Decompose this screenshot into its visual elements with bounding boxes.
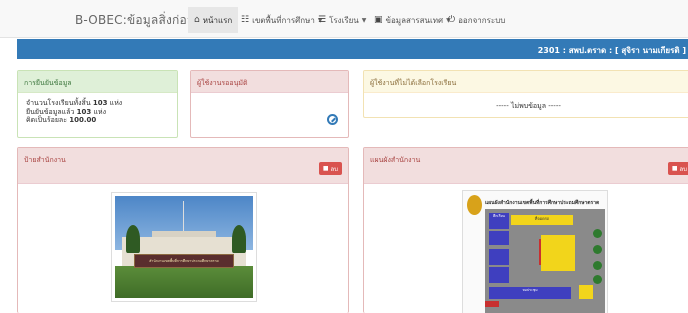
nav-home-label: หน้าแรก [202,15,233,25]
no-school-users-panel: ผู้ใช้งานที่ไม่ได้เลือกโรงเรียน ----- ไม… [363,70,688,118]
no-school-users-title: ผู้ใช้งานที่ไม่ได้เลือกโรงเรียน [364,71,688,93]
office-sign-panel: ป้ายสำนักงาน ■ ลบ สำนักงานเขตพื้นที่การศ… [17,147,349,313]
map-yellow-block [541,235,575,271]
map-yellow-block [579,285,593,299]
total-schools: จำนวนโรงเรียนทั้งสิ้น 103 แห่ง [26,99,123,107]
trash-icon: ■ [671,165,678,172]
seal-logo [467,195,482,215]
user-info: 2301 : สพป.ตราด : [ สุจิรา นามเกียรติ ] [537,46,686,55]
nav-school-label: โรงเรียน [329,15,359,25]
confirm-panel-title: การยืนยันข้อมูล [18,71,177,93]
office-map-panel: แผนผังสำนักงาน ■ ลบ แผนผังสำนักงานเขตพื้… [363,147,688,313]
office-map-image[interactable]: แผนผังสำนักงานเขตพื้นที่การศึกษาประถมศึก… [462,190,608,313]
delete-map-button[interactable]: ■ ลบ [667,162,688,175]
office-sign-board: สำนักงานเขตพื้นที่การศึกษาประถมศึกษาตราด [134,254,234,268]
nav-logout[interactable]: ⏻ ออกจากระบบ [448,10,505,30]
list-icon: ☰ [318,15,327,25]
top-navbar: B-OBEC:ข้อมูลสิ่งก่อสร้าง ⌂ หน้าแรก ☷ เข… [0,0,688,38]
home-icon: ⌂ [194,15,200,25]
nav-logout-label: ออกจากระบบ [458,15,506,25]
pending-users-title: ผู้ใช้งานรออนุมัติ [191,71,348,93]
delete-label: ลบ [679,165,688,173]
nav-district-label: เขตพื้นที่การศึกษา [252,15,315,25]
pending-users-panel: ผู้ใช้งานรออนุมัติ [190,70,349,138]
confirm-percent: คิดเป็นร้อยละ 100.00 [26,116,97,124]
office-map-title: แผนผังสำนักงาน ■ ลบ [364,148,688,184]
user-info-bar: 2301 : สพป.ตราด : [ สุจิรา นามเกียรติ ] [17,39,688,59]
confirmed-schools: ยืนยันข้อมูลแล้ว 103 แห่ง [26,107,107,116]
nav-school[interactable]: ☰ โรงเรียน ▼ [318,10,366,30]
nav-info-label: ข้อมูลสารสนเทศ [385,15,444,25]
delete-label: ลบ [330,165,339,173]
grid-icon: ☷ [241,15,250,25]
chevron-down-icon: ▼ [361,16,367,24]
map-block [489,267,509,283]
office-map-title-text: แผนผังสำนักงาน [370,156,421,164]
ban-icon[interactable] [327,114,338,125]
map-block [489,231,509,245]
office-sign-board-text: สำนักงานเขตพื้นที่การศึกษาประถมศึกษาตราด [149,259,219,263]
office-sign-photo[interactable]: สำนักงานเขตพื้นที่การศึกษาประถมศึกษาตราด [111,192,257,302]
trash-icon: ■ [322,165,329,172]
office-sign-title: ป้ายสำนักงาน ■ ลบ [18,148,348,184]
map-block [489,249,509,265]
map-block: ตึกเรียน [489,213,509,229]
nav-home[interactable]: ⌂ หน้าแรก [188,7,239,33]
no-data-message: ----- ไม่พบข้อมูล ----- [496,102,561,110]
office-sign-title-text: ป้ายสำนักงาน [24,156,66,164]
nav-info[interactable]: ▣ ข้อมูลสารสนเทศ ▼ [374,10,451,30]
map-yellow-block: ที่จอดรถ [511,215,573,225]
power-icon: ⏻ [448,15,456,25]
nav-district[interactable]: ☷ เขตพื้นที่การศึกษา ▼ [241,10,322,30]
map-title: แผนผังสำนักงานเขตพื้นที่การศึกษาประถมศึก… [485,200,600,206]
delete-sign-button[interactable]: ■ ลบ [318,162,342,175]
book-icon: ▣ [374,15,383,25]
confirm-panel: การยืนยันข้อมูล จำนวนโรงเรียนทั้งสิ้น 10… [17,70,178,138]
map-block: หอประชุม [489,287,571,299]
